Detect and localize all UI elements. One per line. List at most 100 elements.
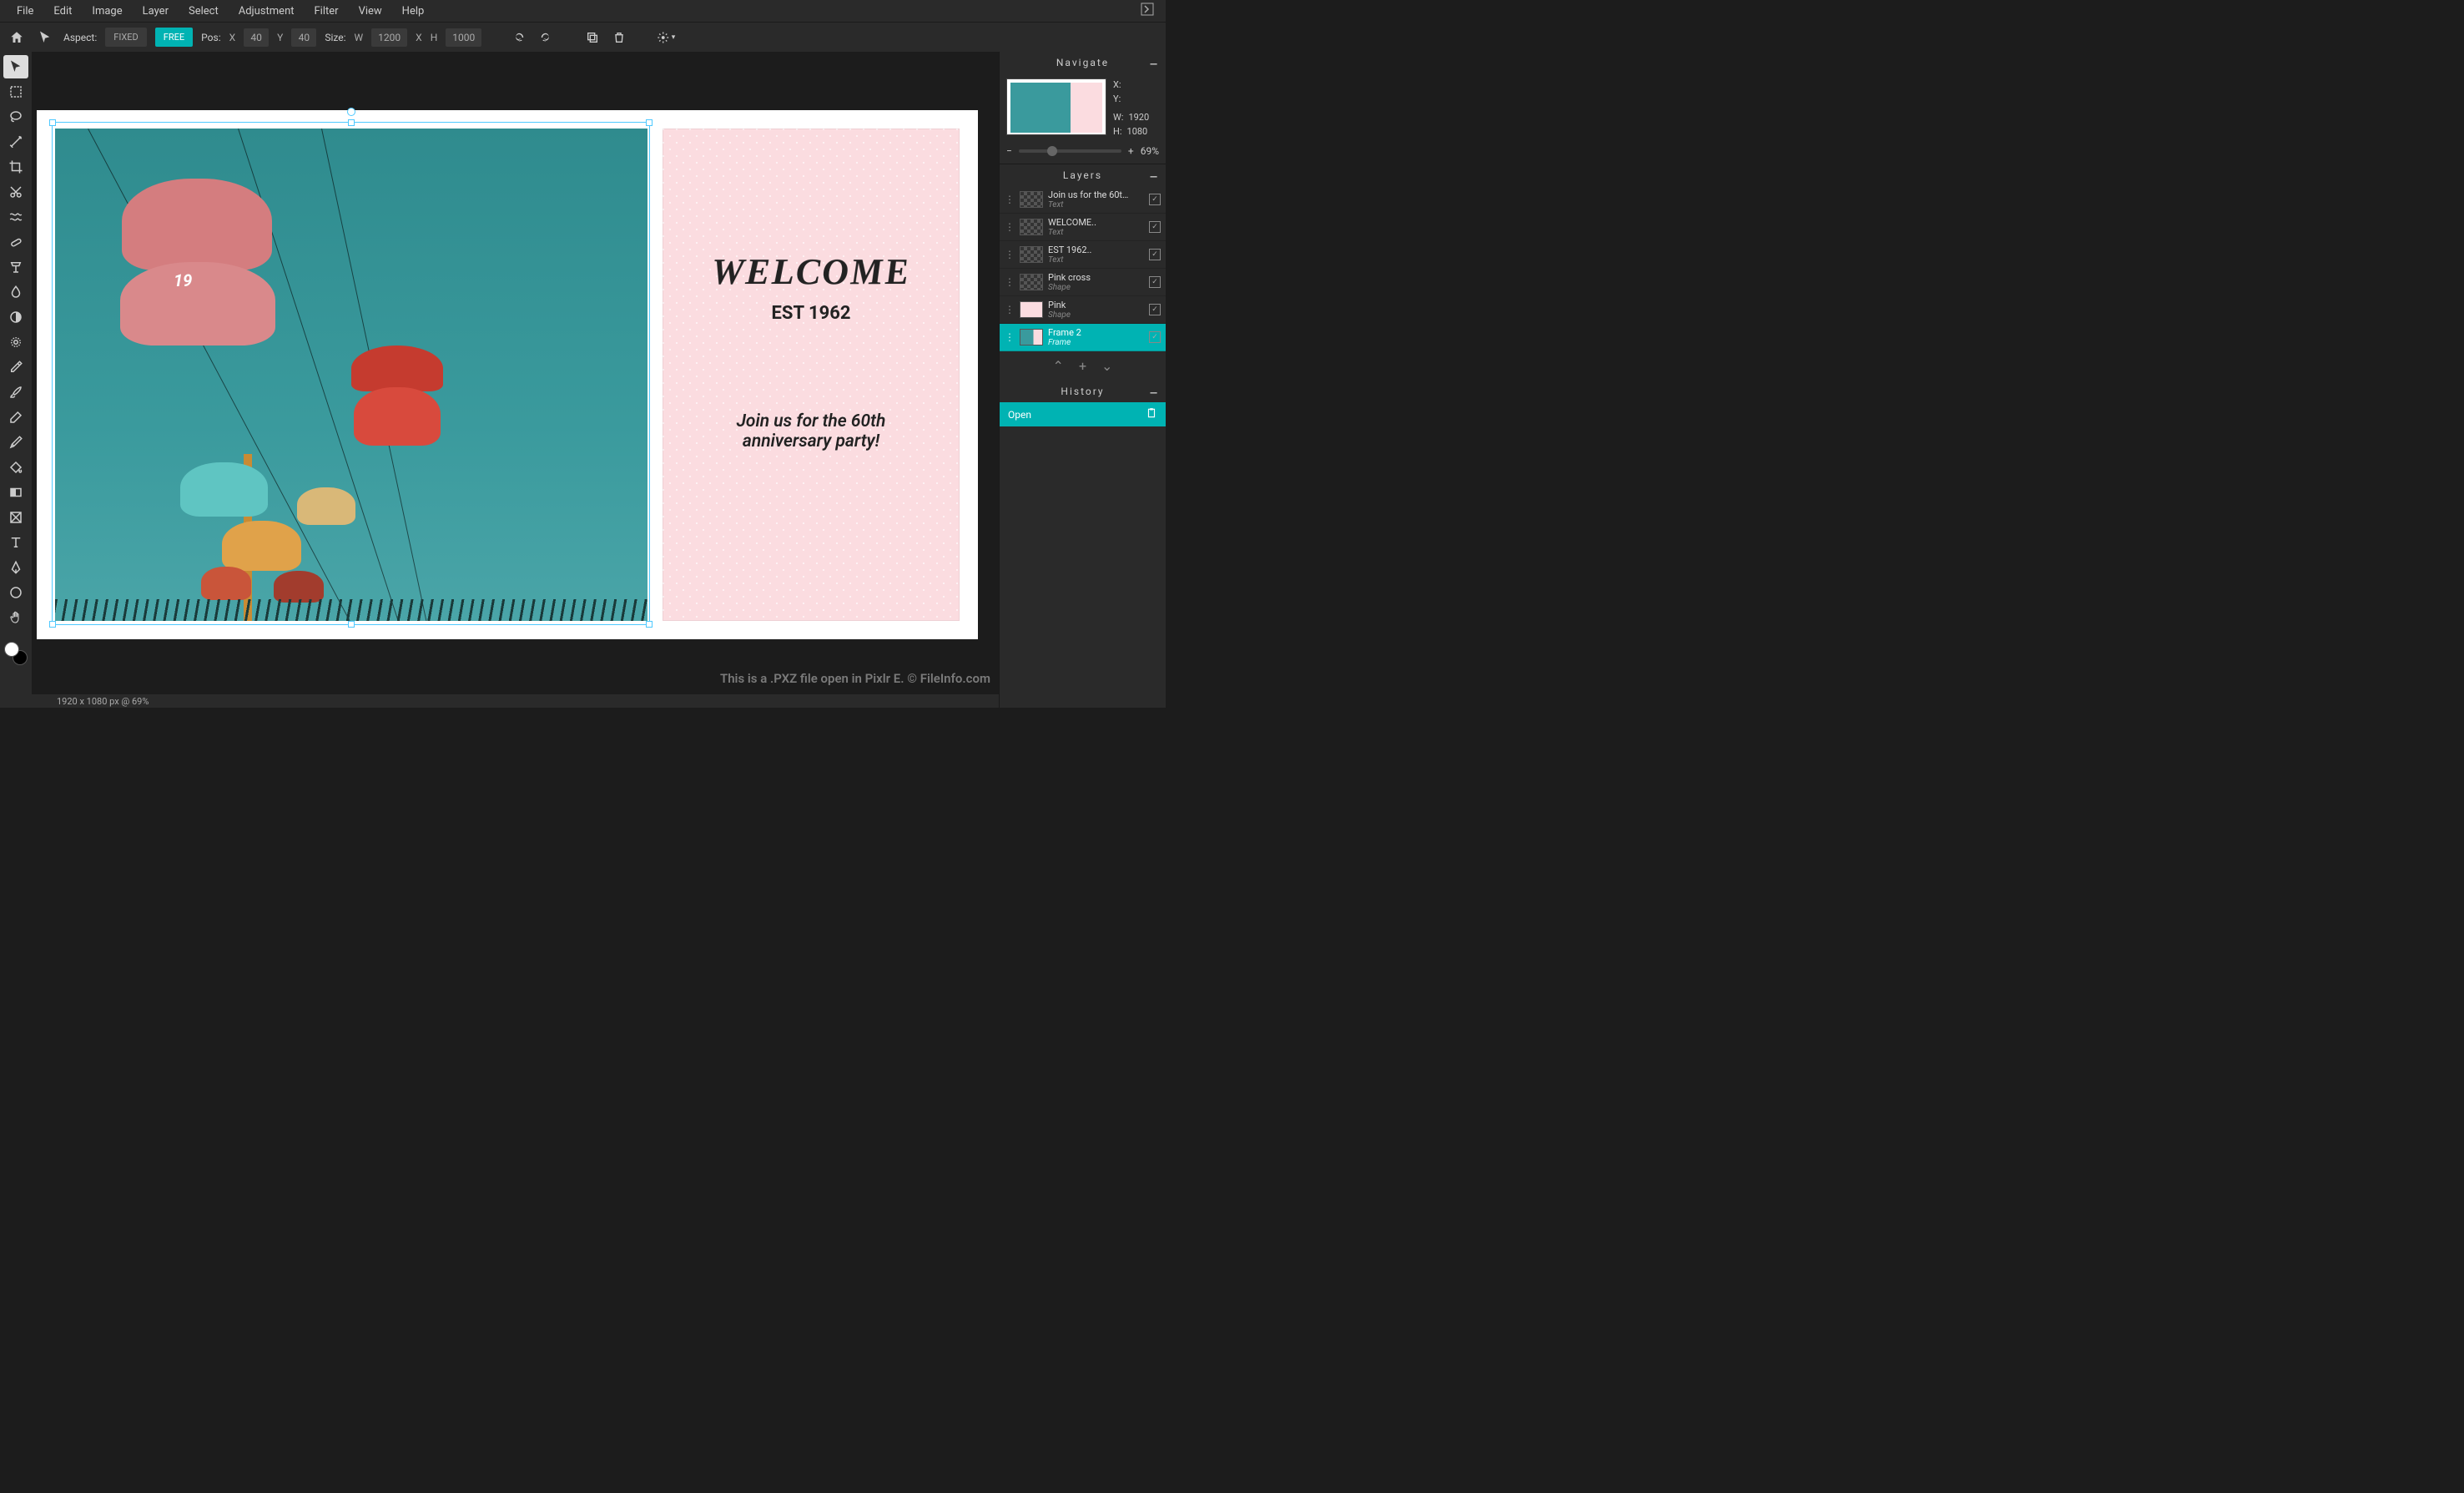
layer-type: Shape <box>1048 283 1144 292</box>
size-x-label: X <box>416 32 422 43</box>
navigate-minimize[interactable]: — <box>1150 58 1159 70</box>
layer-visibility-toggle[interactable]: ✓ <box>1149 276 1161 288</box>
handle-bl[interactable] <box>49 621 56 628</box>
aspect-free-button[interactable]: FREE <box>155 28 193 47</box>
layer-name: EST 1962.. <box>1048 245 1144 255</box>
tool-lasso[interactable] <box>3 105 28 129</box>
frame-photo[interactable]: 19 <box>55 129 647 621</box>
zoom-in-button[interactable]: + <box>1128 145 1134 157</box>
layer-visibility-toggle[interactable]: ✓ <box>1149 249 1161 260</box>
tool-heal[interactable] <box>3 230 28 254</box>
handle-br[interactable] <box>646 621 653 628</box>
layer-row[interactable]: ⋮Frame 2Frame✓ <box>1000 324 1166 351</box>
size-w-input[interactable]: 1200 <box>371 28 407 47</box>
workspace[interactable]: 19 WELCOME EST 1962 Join us for the 60th… <box>32 52 999 694</box>
menu-view[interactable]: View <box>349 2 392 21</box>
handle-tl[interactable] <box>49 119 56 126</box>
settings-button[interactable]: ▾ <box>657 28 675 47</box>
tool-wand[interactable] <box>3 130 28 154</box>
layer-row[interactable]: ⋮Join us for the 60t…Text✓ <box>1000 186 1166 214</box>
layer-row[interactable]: ⋮EST 1962..Text✓ <box>1000 241 1166 269</box>
tool-dodge[interactable] <box>3 305 28 329</box>
layer-down-button[interactable]: ⌄ <box>1101 358 1112 374</box>
layer-visibility-toggle[interactable]: ✓ <box>1149 221 1161 233</box>
menu-adjustment[interactable]: Adjustment <box>229 2 305 21</box>
rotate-handle[interactable] <box>347 108 355 116</box>
tool-marquee[interactable] <box>3 80 28 103</box>
size-h-input[interactable]: 1000 <box>446 28 481 47</box>
layers-title: Layers — <box>1000 164 1166 186</box>
tool-clone[interactable] <box>3 255 28 279</box>
tool-move[interactable] <box>3 55 28 78</box>
layers-minimize[interactable]: — <box>1150 171 1159 183</box>
pink-panel[interactable]: WELCOME EST 1962 Join us for the 60th an… <box>663 129 960 621</box>
tool-cut[interactable] <box>3 180 28 204</box>
layer-visibility-toggle[interactable]: ✓ <box>1149 194 1161 205</box>
history-minimize[interactable]: — <box>1150 387 1159 399</box>
layer-thumbnail <box>1020 274 1043 290</box>
tool-eyedropper[interactable] <box>3 356 28 379</box>
tool-gradient-picker[interactable] <box>3 431 28 454</box>
aspect-fixed-button[interactable]: FIXED <box>105 28 147 47</box>
tool-arrow-icon[interactable] <box>35 28 55 48</box>
layer-grip[interactable]: ⋮ <box>1005 249 1015 260</box>
tool-hand[interactable] <box>3 606 28 629</box>
menu-edit[interactable]: Edit <box>43 2 82 21</box>
menu-select[interactable]: Select <box>179 2 229 21</box>
tool-frame[interactable] <box>3 506 28 529</box>
tool-brush[interactable] <box>3 381 28 404</box>
menu-layer[interactable]: Layer <box>133 2 179 21</box>
tool-sponge[interactable] <box>3 330 28 354</box>
tool-crop[interactable] <box>3 155 28 179</box>
nav-h-value: 1080 <box>1127 125 1148 139</box>
menu-help[interactable]: Help <box>392 2 435 21</box>
zoom-slider[interactable] <box>1019 149 1121 153</box>
history-pane: Open <box>1000 402 1166 426</box>
tool-text[interactable] <box>3 531 28 554</box>
pos-y-input[interactable]: 40 <box>291 28 316 47</box>
layer-grip[interactable]: ⋮ <box>1005 194 1015 205</box>
layer-row[interactable]: ⋮PinkShape✓ <box>1000 296 1166 324</box>
layer-grip[interactable]: ⋮ <box>1005 304 1015 315</box>
tool-blur[interactable] <box>3 280 28 304</box>
menu-file[interactable]: File <box>7 2 43 21</box>
tool-liquify[interactable] <box>3 205 28 229</box>
nav-x-label: X: <box>1113 78 1121 93</box>
menu-image[interactable]: Image <box>82 2 132 21</box>
tool-pen[interactable] <box>3 556 28 579</box>
handle-tr[interactable] <box>646 119 653 126</box>
foreground-color[interactable] <box>4 642 19 657</box>
layer-thumbnail <box>1020 191 1043 208</box>
handle-tm[interactable] <box>348 119 355 126</box>
redo-button[interactable] <box>537 28 555 47</box>
panel-collapse-icon[interactable] <box>1136 0 1159 23</box>
undo-button[interactable] <box>510 28 528 47</box>
nav-h-label: H: <box>1113 125 1122 139</box>
navigate-thumbnail[interactable] <box>1006 78 1106 135</box>
layer-grip[interactable]: ⋮ <box>1005 276 1015 288</box>
tool-fill[interactable] <box>3 456 28 479</box>
home-button[interactable] <box>7 28 27 48</box>
tool-gradient[interactable] <box>3 481 28 504</box>
tool-eraser[interactable] <box>3 406 28 429</box>
layer-up-button[interactable]: ⌃ <box>1053 358 1064 374</box>
pos-x-input[interactable]: 40 <box>244 28 269 47</box>
navigate-pane: X: Y: W: 1920 H: 1080 − + 69% <box>1000 73 1166 164</box>
layer-add-button[interactable]: + <box>1079 358 1086 374</box>
handle-bm[interactable] <box>348 621 355 628</box>
color-swatch[interactable] <box>4 642 28 665</box>
navigate-title: Navigate — <box>1000 52 1166 73</box>
history-item-open[interactable]: Open <box>1000 402 1166 426</box>
tool-shape[interactable] <box>3 581 28 604</box>
delete-button[interactable] <box>610 28 628 47</box>
layer-grip[interactable]: ⋮ <box>1005 331 1015 343</box>
layer-row[interactable]: ⋮Pink crossShape✓ <box>1000 269 1166 296</box>
duplicate-button[interactable] <box>583 28 602 47</box>
layer-visibility-toggle[interactable]: ✓ <box>1149 304 1161 315</box>
canvas[interactable]: 19 WELCOME EST 1962 Join us for the 60th… <box>37 110 978 639</box>
menu-filter[interactable]: Filter <box>305 2 349 21</box>
layer-visibility-toggle[interactable]: ✓ <box>1149 331 1161 343</box>
layer-row[interactable]: ⋮WELCOME..Text✓ <box>1000 214 1166 241</box>
layer-grip[interactable]: ⋮ <box>1005 221 1015 233</box>
zoom-out-button[interactable]: − <box>1006 145 1012 157</box>
